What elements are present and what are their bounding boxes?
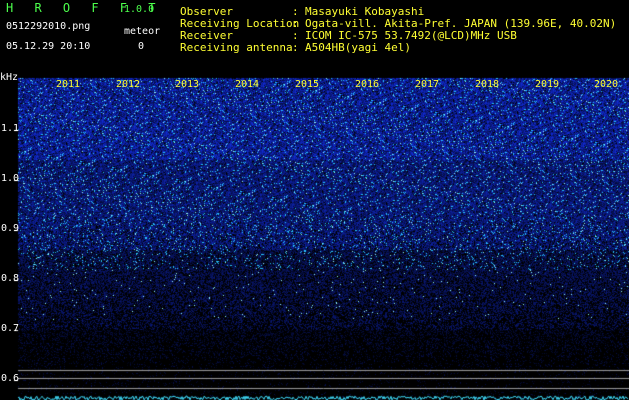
freq-tick-1-1: 1.1 (1, 123, 20, 134)
year-label-2015: 2015 (295, 79, 320, 90)
freq-tick-0-8: 0.8 (1, 273, 20, 284)
antenna-colon: : (292, 41, 299, 54)
year-label-2019: 2019 (535, 79, 560, 90)
year-label-2013: 2013 (175, 79, 200, 90)
freq-tick-0-7: 0.7 (1, 323, 20, 334)
freq-tick-0-6: 0.6 (1, 373, 20, 384)
spectrogram-canvas (0, 70, 629, 400)
freq-tick-0-9: 0.9 (1, 223, 20, 234)
year-label-2017: 2017 (415, 79, 440, 90)
year-label-2012: 2012 (116, 79, 141, 90)
hroff-window: H R O F F T 1.0.0 0512292010.png meteor … (0, 0, 629, 400)
year-label-2011: 2011 (56, 79, 81, 90)
antenna-value: A504HB(yagi 4el) (305, 41, 411, 54)
frequency-unit-label: kHz (0, 72, 19, 83)
year-label-2018: 2018 (475, 79, 500, 90)
year-label-2020: 2020 (594, 79, 619, 90)
antenna-label: Receiving antenna (180, 41, 293, 54)
freq-tick-1-0: 1.0 (1, 173, 20, 184)
capture-file-name: 0512292010.png (6, 21, 91, 32)
capture-datetime: 05.12.29 20:10 (6, 41, 91, 52)
meteor-count-value: 0 (138, 41, 145, 52)
year-label-2014: 2014 (235, 79, 260, 90)
meteor-count-label: meteor (124, 26, 161, 37)
app-version: 1.0.0 (124, 4, 155, 15)
year-label-2016: 2016 (355, 79, 380, 90)
